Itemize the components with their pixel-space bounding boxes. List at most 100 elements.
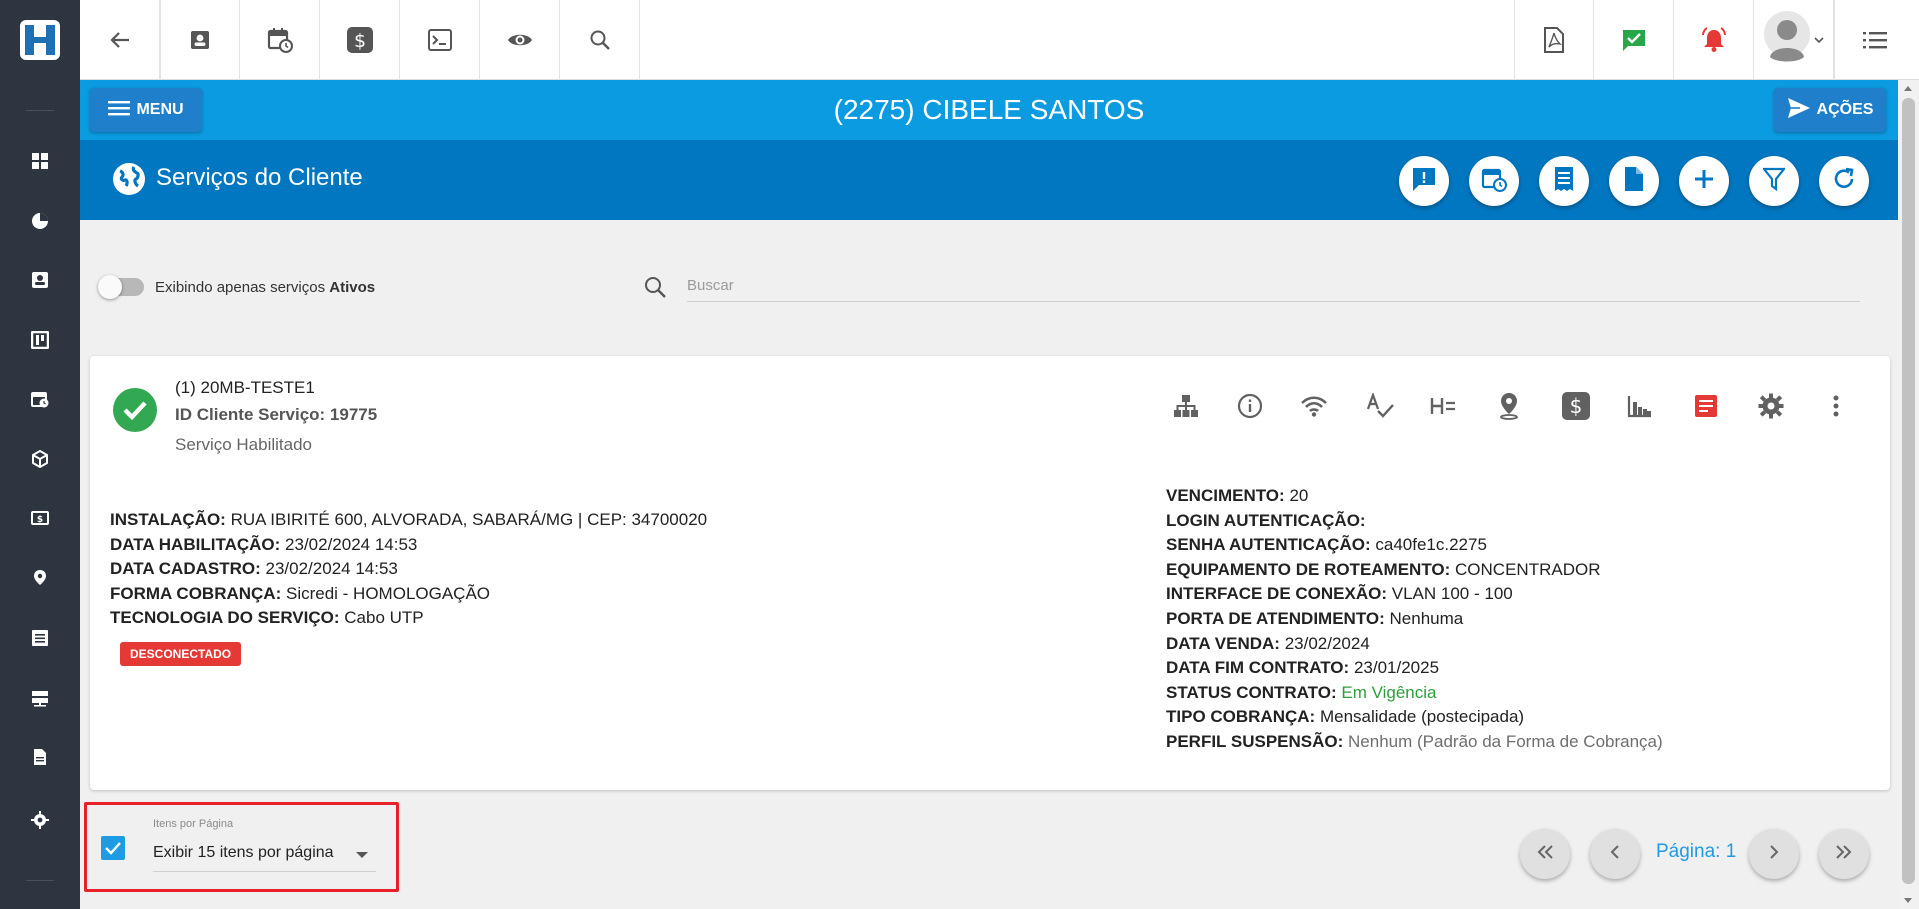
sidebar: $ [0,0,80,909]
vertical-scrollbar[interactable] [1898,80,1919,909]
list-view-button[interactable] [1834,0,1914,80]
info-icon[interactable] [1230,386,1270,426]
red-document-icon[interactable] [1686,386,1726,426]
calendar-clock-icon[interactable] [26,385,54,413]
status-badge: DESCONECTADO [120,642,242,666]
wifi-icon[interactable] [1294,386,1334,426]
package-icon[interactable] [26,445,54,473]
search-button[interactable] [560,0,640,80]
back-button[interactable] [80,0,160,80]
alert-message-button[interactable] [1399,156,1449,206]
location-icon[interactable] [26,564,54,592]
schedule-button[interactable] [240,0,320,80]
active-services-toggle[interactable] [98,275,144,299]
user-menu[interactable] [1754,0,1834,80]
service-details-right: VENCIMENTO: 20 LOGIN AUTENTICAÇÃO: SENHA… [1166,484,1663,755]
calendar-clock-icon [267,27,293,53]
scrollbar-thumb[interactable] [1902,98,1915,884]
terminal-icon [427,29,452,51]
service-id: ID Cliente Serviço: 19775 [175,405,378,424]
alert-message-icon [1411,166,1437,197]
settings-icon[interactable] [26,806,54,834]
detail-row: STATUS CONTRATO: Em Vigência [1166,682,1437,702]
last-page-button[interactable] [1819,829,1869,879]
alerts-button[interactable] [1674,0,1754,80]
double-chevron-left-icon [1535,844,1555,865]
detail-row: FORMA COBRANÇA: Sicredi - HOMOLOGAÇÃO [110,583,491,603]
select-all-checkbox[interactable] [101,836,125,860]
contact-button[interactable] [160,0,240,80]
money-icon[interactable]: $ [26,504,54,532]
file-button[interactable] [1609,156,1659,206]
more-vertical-icon[interactable] [1816,386,1856,426]
list-icon[interactable] [26,624,54,652]
section-title: Serviços do Cliente [156,164,363,191]
board-icon[interactable] [26,326,54,354]
heading-icon[interactable] [1423,386,1463,426]
detail-row: TIPO COBRANÇA: Mensalidade (postecipada) [1166,707,1525,727]
toggle-label: Exibindo apenas serviços Ativos [155,279,375,296]
back-arrow-icon [109,29,131,51]
search-icon [589,29,611,51]
detail-row: TECNOLOGIA DO SERVIÇO: Cabo UTP [110,608,424,628]
check-circle-icon [113,388,157,432]
pdf-icon [1543,27,1565,53]
detail-row: INTERFACE DE CONEXÃO: VLAN 100 - 100 [1166,584,1513,604]
dashboard-icon[interactable] [26,147,54,175]
spellcheck-icon[interactable] [1360,386,1400,426]
view-button[interactable] [480,0,560,80]
detail-row: INSTALAÇÃO: RUA IBIRITÉ 600, ALVORADA, S… [110,510,708,529]
schedule-action-button[interactable] [1469,156,1519,206]
settings-icon[interactable] [1751,386,1791,426]
detail-row: LOGIN AUTENTICAÇÃO: [1166,510,1366,530]
detail-row: DATA VENDA: 23/02/2024 [1166,633,1370,653]
section-header: Serviços do Cliente [80,140,1898,220]
detail-row: DATA FIM CONTRATO: 23/01/2025 [1166,658,1440,678]
scroll-down-arrow-icon[interactable] [1904,898,1912,903]
toggle-knob [98,275,122,299]
items-per-page-label: Itens por Página [153,818,234,830]
contact-card-icon[interactable] [26,266,54,294]
pie-chart-icon[interactable] [26,207,54,235]
bar-chart-icon[interactable] [1620,386,1660,426]
svg-text:$: $ [1570,394,1583,418]
filter-icon [1761,167,1787,196]
send-icon [1787,97,1811,124]
finance-button[interactable]: $ [320,0,400,80]
server-icon[interactable] [26,684,54,712]
list-icon [1862,30,1887,50]
pdf-button[interactable] [1514,0,1594,80]
file-icon [1624,166,1644,197]
detail-row: PERFIL SUSPENSÃO: Nenhum (Padrão da Form… [1166,731,1663,751]
items-per-page-select[interactable]: Exibir 15 itens por página [153,838,376,872]
document-icon[interactable] [26,743,54,771]
next-page-button[interactable] [1749,829,1799,879]
network-tree-icon[interactable] [1166,386,1206,426]
messages-button[interactable] [1594,0,1674,80]
previous-page-button[interactable] [1590,829,1640,879]
filter-button[interactable] [1749,156,1799,206]
refresh-button[interactable] [1819,156,1869,206]
items-per-page-value: Exibir 15 itens por página [153,844,334,861]
sidebar-divider [26,880,54,881]
receipt-button[interactable] [1539,156,1589,206]
chevron-left-icon [1609,844,1621,865]
svg-text:$: $ [37,515,43,525]
calendar-clock-icon [1481,166,1507,197]
add-button[interactable] [1679,156,1729,206]
chat-check-icon [1621,28,1647,52]
terminal-button[interactable] [400,0,480,80]
chevron-right-icon [1768,844,1780,865]
first-page-button[interactable] [1520,829,1570,879]
search-input[interactable] [687,270,1860,302]
actions-button[interactable]: AÇÕES [1774,88,1886,132]
scroll-up-arrow-icon[interactable] [1904,86,1912,91]
location-icon[interactable] [1489,386,1529,426]
detail-row: SENHA AUTENTICAÇÃO: ca40fe1c.2275 [1166,535,1487,555]
refresh-icon [1832,167,1856,196]
avatar [1763,10,1810,70]
detail-row: VENCIMENTO: 20 [1166,486,1309,505]
app-logo[interactable] [20,20,60,60]
sidebar-divider [26,110,54,111]
dollar-icon[interactable]: $ [1556,386,1596,426]
